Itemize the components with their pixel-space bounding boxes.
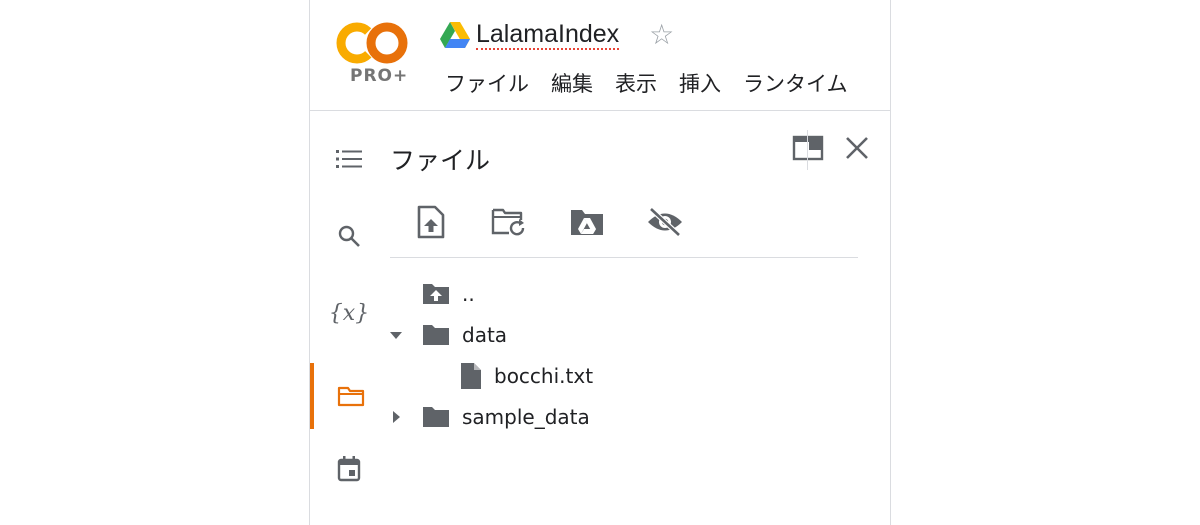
calendar-icon (337, 456, 361, 482)
star-icon[interactable]: ☆ (649, 21, 674, 49)
mount-drive-button[interactable] (568, 203, 606, 241)
header: PRO+ LalamaIndex ☆ ファイル 編集 表示 挿入 ランタイム (310, 0, 890, 111)
folder-icon (423, 407, 449, 427)
file-icon (461, 363, 481, 389)
toolbar-divider (390, 257, 858, 258)
table-of-contents-icon (336, 150, 362, 168)
tree-item-sample-data[interactable]: sample_data (388, 398, 590, 436)
tree-item-label: .. (462, 282, 475, 306)
files-toolbar (412, 203, 684, 241)
toggle-hidden-files-button[interactable] (646, 203, 684, 241)
panel-edge (807, 130, 808, 170)
tree-item-label: sample_data (462, 405, 590, 429)
folder-icon (337, 386, 365, 407)
colab-window: PRO+ LalamaIndex ☆ ファイル 編集 表示 挿入 ランタイム {… (309, 0, 891, 525)
search-icon (338, 225, 360, 247)
panel-controls (792, 135, 870, 161)
menu-edit[interactable]: 編集 (540, 68, 604, 98)
refresh-folder-icon (491, 208, 525, 236)
menu-bar: ファイル 編集 表示 挿入 ランタイム (434, 68, 859, 98)
sidebar-item-variables[interactable]: {x} (310, 287, 388, 339)
sidebar-item-search[interactable] (310, 210, 388, 262)
notebook-title[interactable]: LalamaIndex (476, 20, 620, 50)
open-in-tab-icon[interactable] (792, 135, 824, 161)
pro-badge: PRO+ (350, 66, 409, 86)
close-icon[interactable] (844, 135, 870, 161)
sidebar-item-toc[interactable] (310, 133, 388, 185)
upload-file-icon (417, 205, 445, 239)
tree-item-data[interactable]: data (388, 316, 507, 354)
parent-folder-icon (423, 284, 449, 304)
folder-icon (423, 325, 449, 345)
menu-view[interactable]: 表示 (604, 68, 668, 98)
menu-runtime[interactable]: ランタイム (732, 68, 859, 98)
google-drive-icon[interactable] (440, 22, 470, 48)
mount-drive-icon (571, 210, 603, 235)
tree-item-bocchi[interactable]: bocchi.txt (460, 357, 593, 395)
upload-file-button[interactable] (412, 203, 450, 241)
files-panel: ファイル .. data bocchi.txt sample_data (388, 111, 890, 525)
collapse-arrow-icon[interactable] (388, 327, 404, 343)
menu-insert[interactable]: 挿入 (668, 68, 732, 98)
panel-title: ファイル (390, 146, 491, 175)
variables-icon: {x} (328, 300, 370, 326)
hide-files-icon (648, 207, 682, 237)
sidebar-item-calendar[interactable] (310, 443, 388, 495)
refresh-button[interactable] (490, 203, 528, 241)
expand-arrow-icon[interactable] (388, 409, 404, 425)
tree-item-label: bocchi.txt (494, 364, 594, 388)
sidebar-item-files[interactable] (310, 363, 388, 429)
sidebar-rail: {x} (310, 111, 388, 525)
tree-item-label: data (462, 323, 508, 347)
tree-item-parent[interactable]: .. (422, 275, 475, 313)
menu-file[interactable]: ファイル (434, 68, 540, 98)
title-row: LalamaIndex ☆ (440, 18, 674, 52)
